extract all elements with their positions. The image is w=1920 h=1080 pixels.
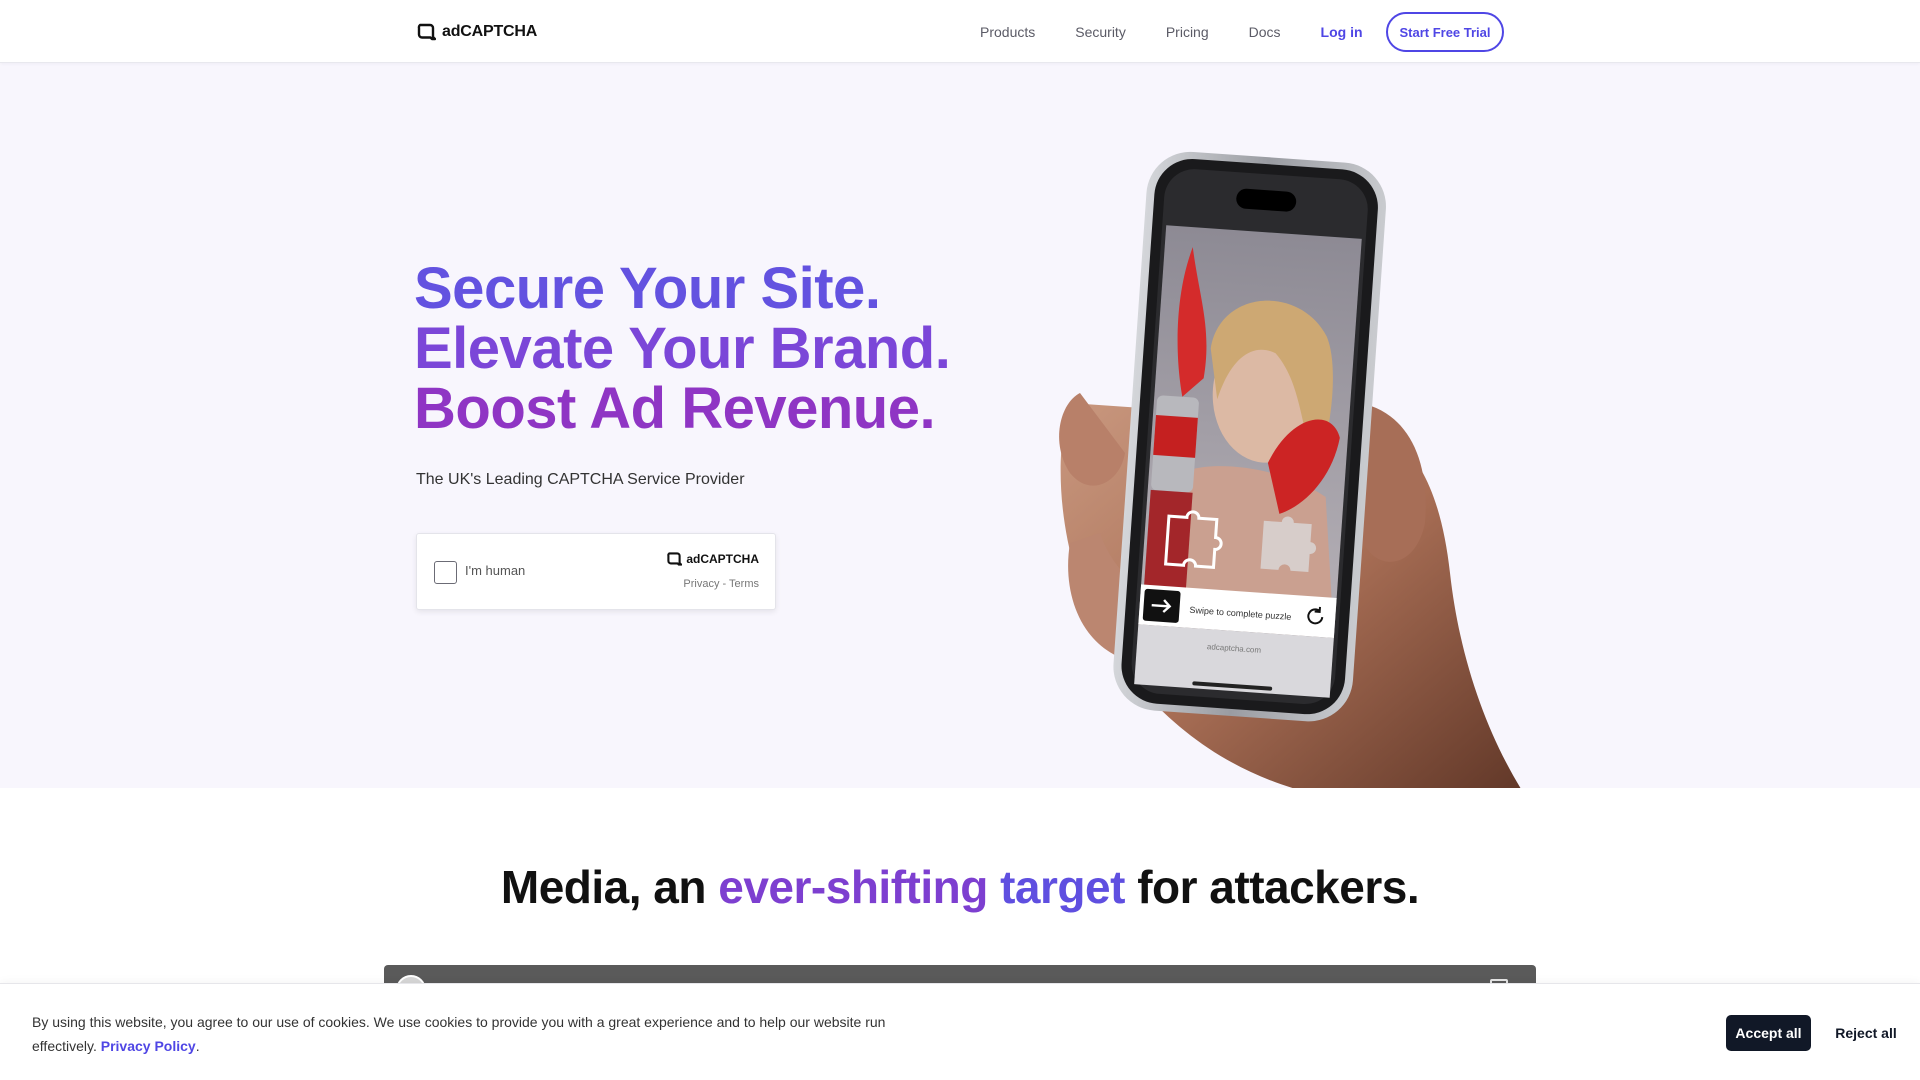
section-title-end: for attackers. bbox=[1137, 861, 1420, 913]
section-title: Media, an ever-shifting target for attac… bbox=[0, 860, 1920, 914]
hero-section: Secure Your Site. Elevate Your Brand. Bo… bbox=[0, 63, 1920, 788]
site-header: adCAPTCHA Products Security Pricing Docs… bbox=[0, 0, 1920, 63]
nav-docs[interactable]: Docs bbox=[1249, 22, 1281, 42]
start-free-trial-button[interactable]: Start Free Trial bbox=[1386, 12, 1504, 52]
headline-line-2: Elevate Your Brand. bbox=[414, 316, 951, 381]
hero-subheading: The UK's Leading CAPTCHA Service Provide… bbox=[416, 471, 745, 488]
nav-security[interactable]: Security bbox=[1075, 22, 1126, 42]
human-checkbox-label: I'm human bbox=[465, 563, 526, 578]
section-title-highlight-2: target bbox=[1000, 861, 1125, 913]
headline-line-3: Boost Ad Revenue. bbox=[414, 376, 936, 441]
widget-brand: adCAPTCHA bbox=[666, 551, 759, 567]
login-link[interactable]: Log in bbox=[1321, 22, 1363, 42]
widget-links: Privacy - Terms bbox=[683, 578, 759, 590]
privacy-policy-link[interactable]: Privacy Policy bbox=[101, 1038, 196, 1054]
human-checkbox[interactable] bbox=[434, 561, 457, 584]
widget-link-separator: - bbox=[722, 578, 727, 590]
adcaptcha-logo-icon bbox=[417, 23, 436, 41]
widget-terms-link[interactable]: Terms bbox=[729, 578, 759, 590]
cookie-link-suffix: . bbox=[195, 1038, 200, 1054]
hero-headline: Secure Your Site. Elevate Your Brand. Bo… bbox=[414, 259, 1014, 439]
brand-name: adCAPTCHA bbox=[442, 23, 538, 40]
cookie-message: By using this website, you agree to our … bbox=[32, 1010, 912, 1058]
widget-brand-name: adCAPTCHA bbox=[686, 552, 759, 566]
cookie-banner: By using this website, you agree to our … bbox=[0, 983, 1920, 1080]
reject-all-button[interactable]: Reject all bbox=[1824, 1015, 1908, 1051]
accept-all-button[interactable]: Accept all bbox=[1726, 1015, 1811, 1051]
nav-pricing[interactable]: Pricing bbox=[1166, 22, 1209, 42]
section-title-start: Media, an bbox=[500, 861, 707, 913]
phone-illustration: Swipe to complete puzzle adcaptcha.com bbox=[1059, 151, 1521, 788]
adcaptcha-logo-icon bbox=[667, 552, 683, 566]
headline-line-1: Secure Your Site. bbox=[414, 256, 881, 321]
nav-products[interactable]: Products bbox=[980, 22, 1035, 42]
main-nav: Products Security Pricing Docs Log in bbox=[980, 22, 1395, 42]
captcha-widget: I'm human adCAPTCHA Privacy - Terms bbox=[416, 533, 776, 610]
brand-logo[interactable]: adCAPTCHA bbox=[416, 21, 537, 43]
section-title-highlight-1: ever-shifting bbox=[718, 861, 988, 913]
widget-privacy-link[interactable]: Privacy bbox=[683, 578, 719, 590]
